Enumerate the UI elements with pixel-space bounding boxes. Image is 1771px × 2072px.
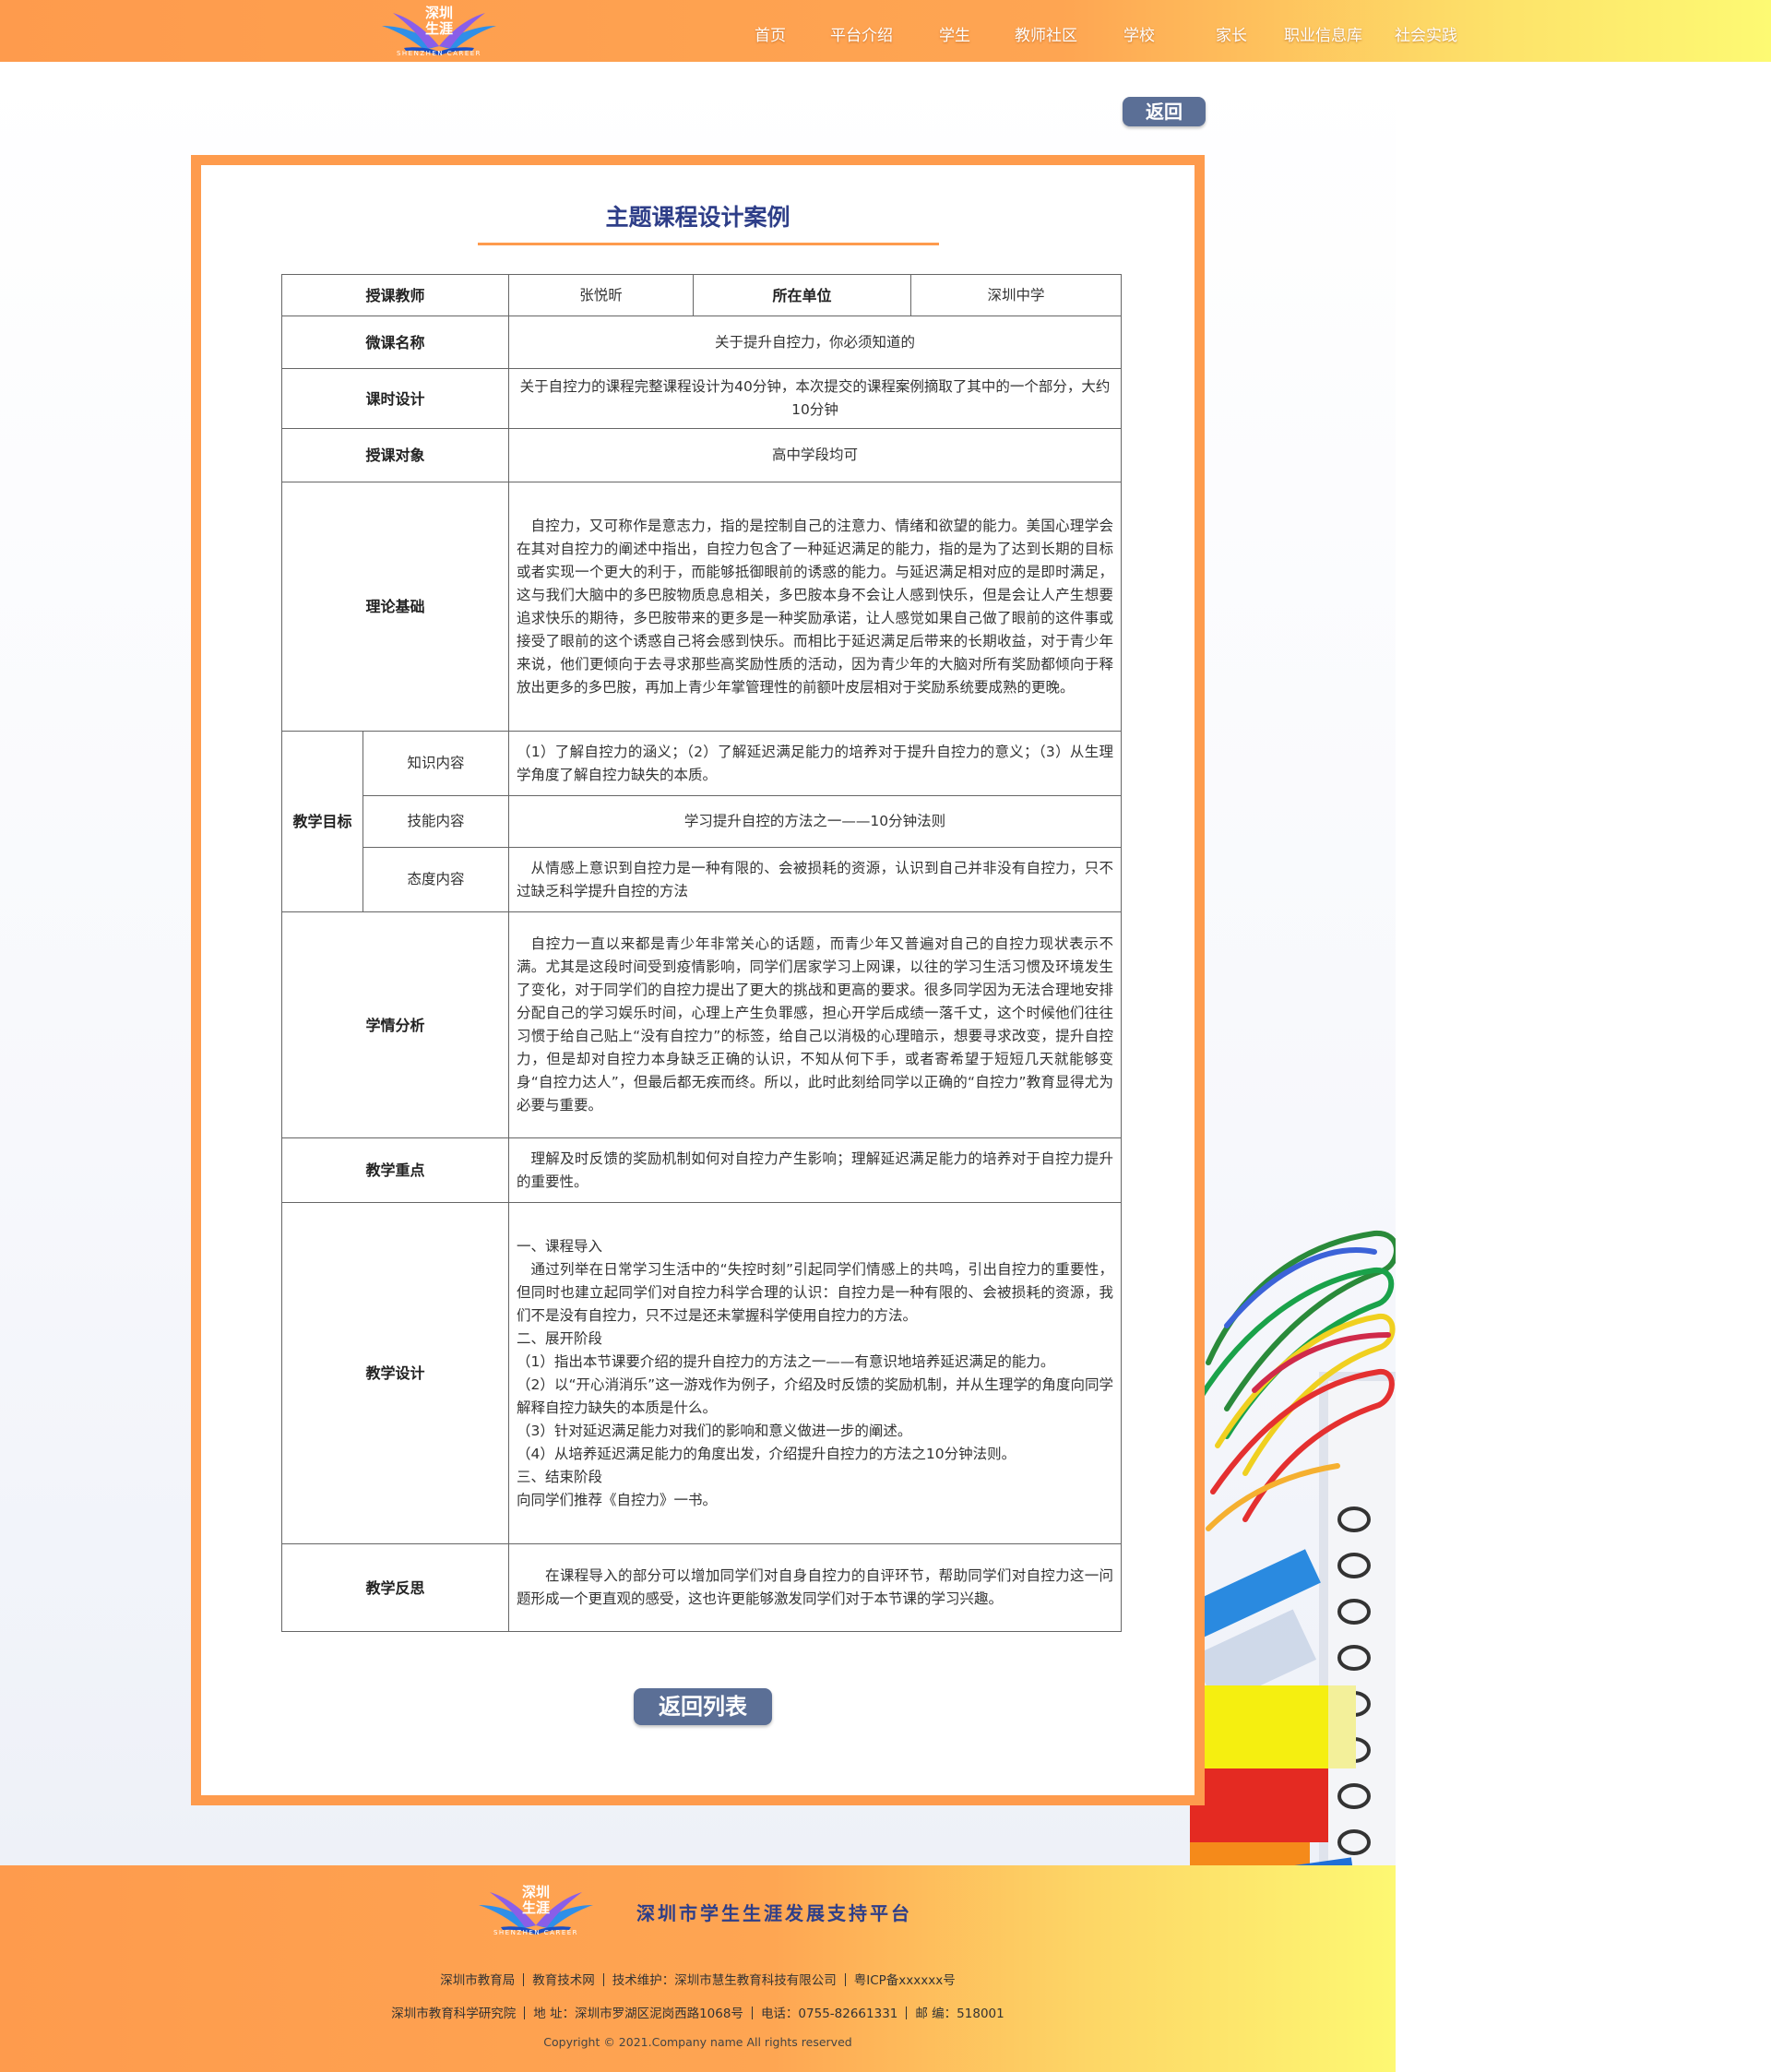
design-line: 二、展开阶段 [517,1329,603,1347]
analysis-label: 学情分析 [280,911,510,1138]
footer-tech-support: 技术维护：深圳市慧生教育科技有限公司 [612,1973,837,1988]
title-underline [478,243,939,245]
nav-teacher-community[interactable]: 教师社区 [1015,22,1077,45]
table-row: 课时设计 关于自控力的课程完整课程设计为40分钟，本次提交的课程案例摘取了其中的… [280,368,1123,429]
audience-label: 授课对象 [280,428,510,482]
table-row: 教学目标 知识内容 （1）了解自控力的涵义；（2）了解延迟满足能力的培养对于提升… [281,731,1123,912]
footer-link-education-bureau[interactable]: 深圳市教育局 [440,1973,515,1988]
focus-value: 理解及时反馈的奖励机制如何对自控力产生影响；理解延迟满足能力的培养对于自控力提升… [508,1137,1123,1203]
footer-links-row: 深圳市教育局 教育技术网 技术维护：深圳市慧生教育科技有限公司 粤ICP备xxxxxx… [0,1970,1396,1988]
unit-label: 所在单位 [693,274,912,316]
footer-logo[interactable]: 深圳 生涯 SHENZHEN CAREER [473,1883,599,1938]
logo-text-english: SHENZHEN CAREER [493,1929,579,1936]
footer-link-edu-tech[interactable]: 教育技术网 [532,1973,595,1988]
time-design-value: 关于自控力的课程完整课程设计为40分钟，本次提交的课程案例摘取了其中的一个部分，… [508,368,1123,429]
footer-postcode: 邮 编：518001 [915,2007,1004,2021]
divider [751,2007,753,2019]
reflection-label: 教学反思 [280,1543,510,1632]
footer-icp[interactable]: 粤ICP备xxxxxx号 [854,1973,956,1988]
design-line: 一、课程导入 [517,1237,603,1255]
logo-text-line1: 深圳 [521,1884,550,1900]
footer-institute: 深圳市教育科学研究院 [391,2007,517,2021]
page-title: 主题课程设计案例 [605,204,790,231]
nav-schools[interactable]: 学校 [1123,22,1155,45]
nav-students[interactable]: 学生 [939,22,970,45]
footer-phone: 电话：0755-82661331 [760,2007,898,2021]
platform-name: 深圳市学生生涯发展支持平台 [636,1902,912,1924]
knowledge-label: 知识内容 [362,731,510,796]
design-line: （3）针对延迟满足能力对我们的影响和意义做进一步的阐述。 [517,1422,912,1439]
teacher-value: 张悦昕 [508,274,695,316]
attitude-label: 态度内容 [362,847,510,912]
table-row: 教学反思 在课程导入的部分可以增加同学们对自身自控力的自评环节，帮助同学们对自控… [280,1543,1123,1632]
table-row: 理论基础 自控力，又可称作是意志力，指的是控制自己的注意力、情绪和欲望的能力。美… [280,482,1123,732]
divider [523,1973,525,1986]
content-area: 返回 主题课程设计案例 授课教师 张悦昕 所在单位 深圳中学 微课名称 关于提升… [0,62,1396,1865]
design-line: 向同学们推荐《自控力》一书。 [517,1491,718,1508]
course-name-value: 关于提升自控力，你必须知道的 [508,316,1123,369]
design-line: （4）从培养延迟满足能力的角度出发，介绍提升自控力的方法之10分钟法则。 [517,1445,1016,1462]
design-line: （1）指出本节课要介绍的提升自控力的方法之一——有意识地培养延迟满足的能力。 [517,1352,1055,1370]
footer-contact-row: 深圳市教育科学研究院 地 址：深圳市罗湖区泥岗西路1068号 电话：0755-826… [0,2003,1396,2021]
table-row: 授课教师 张悦昕 所在单位 深圳中学 [280,274,1123,316]
copyright: Copyright © 2021.Company name All rights… [543,2035,852,2049]
footer-address: 地 址：深圳市罗湖区泥岗西路1068号 [533,2007,743,2021]
teaching-goal-label: 教学目标 [281,731,363,912]
audience-value: 高中学段均可 [508,428,1123,482]
logo-text-line2: 生涯 [521,1899,550,1916]
divider [602,1973,604,1986]
skill-value: 学习提升自控的方法之一——10分钟法则 [508,795,1123,848]
teacher-label: 授课教师 [280,274,510,316]
table-row: 微课名称 关于提升自控力，你必须知道的 [280,316,1123,369]
design-line: （2）以“开心消消乐”这一游戏作为例子，介绍及时反馈的奖励机制，并从生理学的角度… [517,1375,1114,1416]
table-row: 态度内容 从情感上意识到自控力是一种有限的、会被损耗的资源，认识到自己并非没有自… [282,847,1123,912]
nav-parents[interactable]: 家长 [1216,22,1247,45]
focus-label: 教学重点 [280,1137,510,1203]
case-panel: 主题课程设计案例 授课教师 张悦昕 所在单位 深圳中学 微课名称 关于提升自控力… [191,155,1205,1805]
theory-label: 理论基础 [280,482,510,732]
theory-value: 自控力，又可称作是意志力，指的是控制自己的注意力、情绪和欲望的能力。美国心理学会… [508,482,1123,732]
logo-text-english: SHENZHEN CAREER [396,50,482,57]
design-line: 通过列举在日常学习生活中的“失控时刻”引起同学们情感上的共鸣，引出自控力的重要性… [517,1260,1114,1324]
nav-social-practice[interactable]: 社会实践 [1395,22,1457,45]
skill-label: 技能内容 [362,795,510,848]
design-value: 一、课程导入 通过列举在日常学习生活中的“失控时刻”引起同学们情感上的共鸣，引出… [508,1202,1123,1544]
lesson-design-table: 授课教师 张悦昕 所在单位 深圳中学 微课名称 关于提升自控力，你必须知道的 课… [280,274,1123,1632]
reflection-value: 在课程导入的部分可以增加同学们对自身自控力的自评环节，帮助同学们对自控力这一问题… [508,1543,1123,1632]
course-name-label: 微课名称 [280,316,510,369]
time-design-label: 课时设计 [280,368,510,429]
table-row: 技能内容 学习提升自控的方法之一——10分钟法则 [282,795,1123,848]
divider [906,2007,908,2019]
top-header: 深圳 生涯 SHENZHEN CAREER 首页 平台介绍 学生 教师社区 学校… [0,0,1771,62]
stationery-illustration [1190,1230,1396,1865]
nav-platform-intro[interactable]: 平台介绍 [830,22,893,45]
knowledge-value: （1）了解自控力的涵义；（2）了解延迟满足能力的培养对于提升自控力的意义；（3）… [508,731,1123,796]
table-row: 授课对象 高中学段均可 [280,428,1123,482]
table-row: 学情分析 自控力一直以来都是青少年非常关心的话题，而青少年又普遍对自己的自控力现… [280,911,1123,1138]
nav-home[interactable]: 首页 [755,22,786,45]
divider [844,1973,846,1986]
table-row: 教学设计 一、课程导入 通过列举在日常学习生活中的“失控时刻”引起同学们情感上的… [280,1202,1123,1544]
back-button[interactable]: 返回 [1123,97,1206,126]
analysis-value: 自控力一直以来都是青少年非常关心的话题，而青少年又普遍对自己的自控力现状表示不满… [508,911,1123,1138]
footer: 深圳 生涯 SHENZHEN CAREER 深圳市学生生涯发展支持平台 深圳市教… [0,1865,1396,2072]
table-row: 教学重点 理解及时反馈的奖励机制如何对自控力产生影响；理解延迟满足能力的培养对于… [280,1137,1123,1203]
main-nav: 首页 平台介绍 学生 教师社区 学校 家长 职业信息库 社会实践 [0,22,1771,45]
nav-career-database[interactable]: 职业信息库 [1284,22,1362,45]
back-to-list-button[interactable]: 返回列表 [634,1688,772,1725]
attitude-value: 从情感上意识到自控力是一种有限的、会被损耗的资源，认识到自己并非没有自控力，只不… [508,847,1123,912]
unit-value: 深圳中学 [910,274,1123,316]
divider [524,2007,526,2019]
right-blank-area [1396,62,1771,2072]
logo-text-line1: 深圳 [424,5,453,21]
design-label: 教学设计 [280,1202,510,1544]
design-line: 三、结束阶段 [517,1468,603,1485]
